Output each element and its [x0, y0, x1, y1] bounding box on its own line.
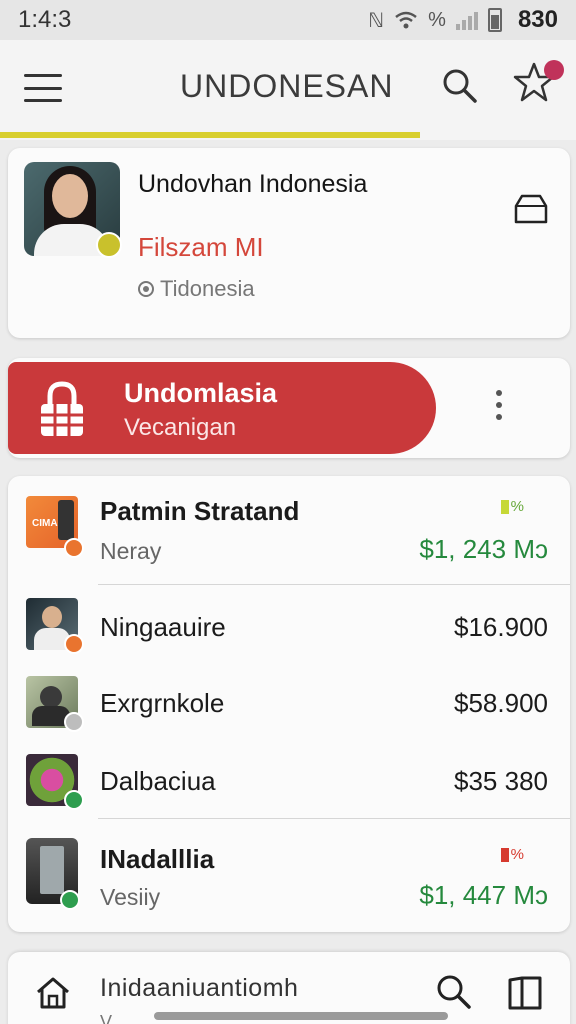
home-indicator[interactable] — [154, 1012, 448, 1020]
status-icons: ℕ % 830 — [368, 6, 558, 34]
list-item-label: Dalbaciua — [100, 766, 216, 796]
item-badge-icon — [64, 634, 84, 654]
notification-badge — [544, 60, 564, 80]
list-item-sub: Vesiiy — [100, 884, 161, 910]
status-bar: 1:4:3 ℕ % 830 — [0, 0, 576, 40]
profile-location-text: Tidonesia — [160, 276, 255, 301]
lock-icon — [41, 381, 83, 436]
bottom-nav-label[interactable]: Inidaaniuantiomh — [100, 974, 298, 1003]
list-item-price: $16.900 — [454, 612, 548, 642]
item-badge-icon — [64, 712, 84, 732]
list-item-sub: Neray — [100, 538, 162, 564]
banner-subtitle: Vecanigan — [124, 414, 237, 441]
list-item[interactable]: Exrgrnkole $58.900 — [8, 664, 570, 740]
profile-name: Undovhan Indonesia — [138, 170, 368, 198]
list-item-label: Exrgrnkole — [100, 688, 225, 718]
percent-icon: % — [428, 8, 446, 31]
list-item[interactable]: INadalllia Vesiiy % $1, 447 Mɔ — [8, 822, 570, 932]
banner-title: Undomlasia — [124, 378, 278, 408]
list-item-price: $1, 243 Mɔ — [419, 534, 548, 564]
list-item[interactable]: CIMA Patmin Stratand Neray % $1, 243 Mɔ — [8, 476, 570, 586]
banner-card: Undomlasia Vecanigan — [8, 358, 570, 458]
item-badge-icon — [64, 538, 84, 558]
bottom-nav-sublabel: V — [100, 1012, 113, 1024]
battery-icon — [487, 8, 502, 32]
list-item-price: $58.900 — [454, 688, 548, 718]
item-badge-icon — [64, 790, 84, 810]
home-icon[interactable] — [34, 974, 72, 1012]
wifi-icon — [395, 11, 417, 29]
title-underline — [0, 132, 420, 138]
item-badge-icon — [60, 890, 80, 910]
divider — [98, 584, 570, 585]
list-item-label: INadalllia — [100, 844, 215, 874]
signal-icon — [455, 10, 478, 30]
trend-indicator: % — [500, 498, 524, 515]
status-time: 1:4:3 — [18, 6, 72, 33]
verified-badge-icon — [96, 232, 122, 258]
list-item-label: Ningaauire — [100, 612, 226, 642]
location-icon — [138, 281, 154, 297]
security-banner[interactable]: Undomlasia Vecanigan — [8, 362, 436, 454]
status-right-text: 830 — [517, 6, 558, 33]
profile-card[interactable]: Undovhan Indonesia Filszam MI Tidonesia — [8, 148, 570, 338]
app-title: UNDONESAN — [180, 68, 394, 104]
divider — [98, 818, 570, 819]
app-bar: UNDONESAN — [0, 40, 576, 140]
list-item-label: Patmin Stratand — [100, 496, 300, 526]
book-icon[interactable] — [506, 974, 544, 1012]
menu-icon[interactable] — [24, 74, 62, 102]
list-item[interactable]: Ningaauire $16.900 — [8, 588, 570, 664]
list-item-price: $35 380 — [454, 766, 548, 796]
search-icon[interactable] — [440, 66, 480, 106]
transaction-list: CIMA Patmin Stratand Neray % $1, 243 Mɔ … — [8, 476, 570, 932]
search-icon[interactable] — [434, 972, 474, 1012]
profile-role: Filszam MI — [138, 232, 264, 262]
more-options-icon[interactable] — [496, 390, 502, 420]
bag-icon[interactable] — [512, 192, 550, 226]
nfc-icon: ℕ — [368, 9, 385, 32]
list-item-price: $1, 447 Mɔ — [419, 880, 548, 910]
profile-location: Tidonesia — [138, 276, 255, 302]
trend-indicator: % — [500, 846, 524, 863]
list-item[interactable]: Dalbaciua $35 380 — [8, 740, 570, 818]
